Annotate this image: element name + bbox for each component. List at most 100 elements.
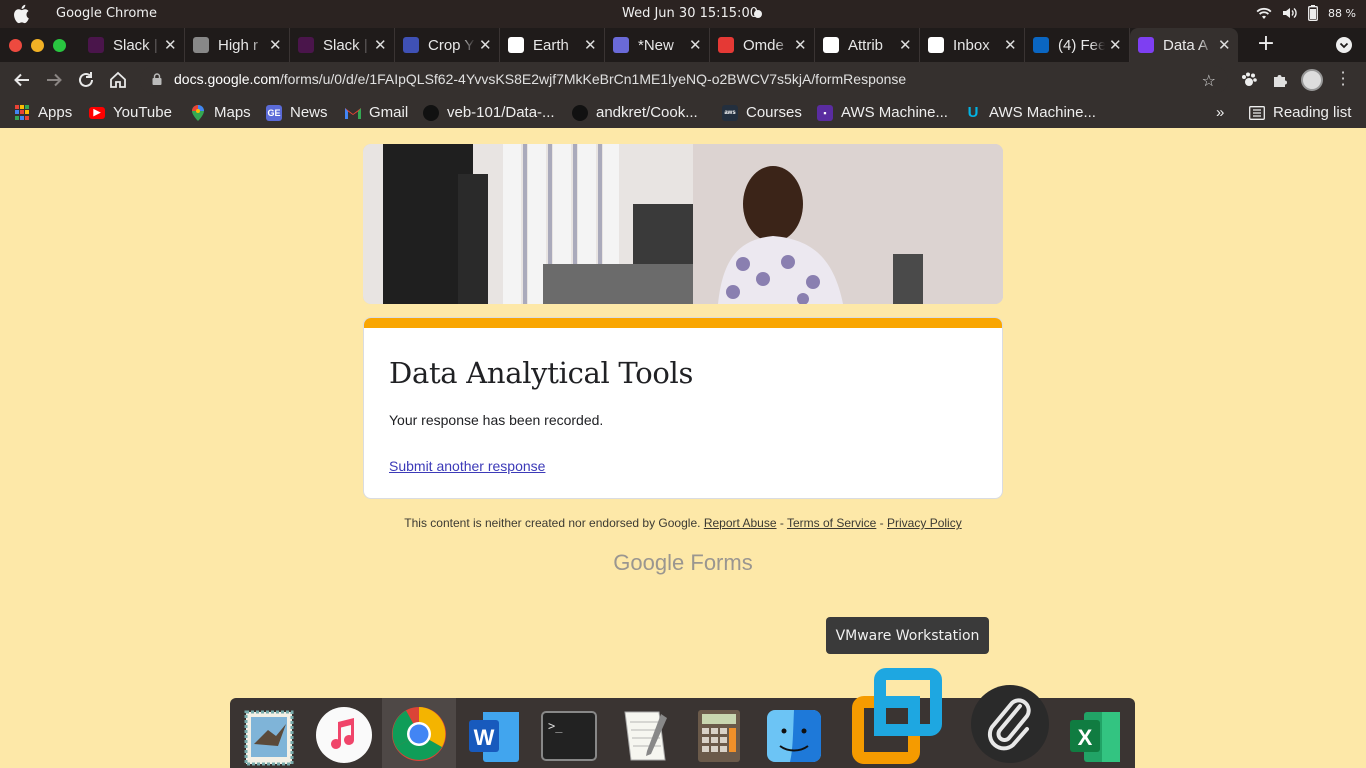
bookmark-gmail[interactable]: Gmail bbox=[345, 104, 408, 121]
dock-tooltip: VMware Workstation bbox=[826, 617, 989, 654]
slack-icon bbox=[298, 37, 314, 53]
tab-search-button[interactable] bbox=[1336, 37, 1352, 53]
address-bar[interactable]: docs.google.com/forms/u/0/d/e/1FAIpQLSf6… bbox=[140, 66, 1228, 94]
bookmark-aws-training[interactable]: ▪ AWS Machine... bbox=[817, 104, 948, 121]
forms-wordmark: Forms bbox=[690, 550, 753, 575]
close-tab-icon[interactable]: ✕ bbox=[1109, 36, 1122, 54]
word-icon[interactable]: W bbox=[463, 704, 525, 766]
finder-icon[interactable] bbox=[763, 704, 825, 766]
close-tab-icon[interactable]: ✕ bbox=[899, 36, 912, 54]
browser-tab[interactable]: Slack | ✕ bbox=[80, 28, 185, 62]
browser-toolbar: docs.google.com/forms/u/0/d/e/1FAIpQLSf6… bbox=[0, 62, 1366, 98]
close-tab-icon[interactable]: ✕ bbox=[689, 36, 702, 54]
browser-tab[interactable]: Data A ✕ bbox=[1130, 28, 1238, 62]
url-text[interactable]: docs.google.com/forms/u/0/d/e/1FAIpQLSf6… bbox=[174, 71, 906, 87]
close-tab-icon[interactable]: ✕ bbox=[269, 36, 282, 54]
form-header-image bbox=[363, 144, 1003, 304]
bookmark-aws-udacity[interactable]: U AWS Machine... bbox=[965, 104, 1096, 121]
google-icon bbox=[823, 37, 839, 53]
notification-dot-icon bbox=[754, 10, 762, 18]
page-content: Data Analytical Tools Your response has … bbox=[0, 128, 1366, 768]
tab-title: Data A bbox=[1163, 36, 1209, 54]
calculator-icon[interactable] bbox=[688, 704, 750, 766]
confirmation-message: Your response has been recorded. bbox=[389, 412, 604, 428]
browser-tab[interactable]: Slack | ✕ bbox=[290, 28, 395, 62]
browser-tab[interactable]: High r ✕ bbox=[185, 28, 290, 62]
new-tab-button[interactable]: + bbox=[1256, 33, 1276, 55]
svg-text:>_: >_ bbox=[548, 719, 563, 733]
extensions-puzzle-icon[interactable] bbox=[1271, 71, 1289, 89]
office-photo-illustration bbox=[363, 144, 1003, 304]
active-app-name[interactable]: Google Chrome bbox=[56, 6, 157, 21]
minimize-window-button[interactable] bbox=[31, 39, 44, 52]
reading-list-button[interactable]: Reading list bbox=[1249, 104, 1351, 121]
tab-title: Attrib bbox=[848, 36, 884, 54]
browser-tab[interactable]: Crop Y ✕ bbox=[395, 28, 500, 62]
maximize-window-button[interactable] bbox=[53, 39, 66, 52]
bookmark-apps[interactable]: Apps bbox=[14, 104, 72, 121]
bookmark-news[interactable]: GE News bbox=[266, 104, 328, 121]
forms-icon bbox=[1138, 37, 1154, 53]
bookmark-maps[interactable]: Maps bbox=[190, 104, 251, 121]
privacy-policy-link[interactable]: Privacy Policy bbox=[887, 516, 962, 530]
bookmark-courses[interactable]: aws Courses bbox=[722, 104, 802, 121]
tab-title: High r bbox=[218, 36, 259, 54]
chrome-icon[interactable] bbox=[382, 698, 456, 768]
bookmark-youtube[interactable]: ▶ YouTube bbox=[89, 104, 172, 121]
volume-icon[interactable] bbox=[1282, 6, 1298, 20]
terminal-icon[interactable]: >_ bbox=[538, 704, 600, 766]
bookmarks-overflow-button[interactable]: » bbox=[1216, 104, 1224, 121]
bookmark-star-icon[interactable]: ☆ bbox=[1202, 71, 1216, 90]
excel-icon[interactable]: X bbox=[1064, 704, 1126, 766]
chevron-down-icon bbox=[1339, 42, 1349, 49]
bookmark-label: YouTube bbox=[113, 104, 172, 121]
reload-icon[interactable] bbox=[76, 70, 96, 90]
browser-tab[interactable]: Omde ✕ bbox=[710, 28, 815, 62]
browser-tab[interactable]: *New ✕ bbox=[605, 28, 710, 62]
vmware-icon[interactable] bbox=[850, 668, 946, 764]
report-abuse-link[interactable]: Report Abuse bbox=[704, 516, 777, 530]
browser-tab[interactable]: Attrib ✕ bbox=[815, 28, 920, 62]
maps-icon bbox=[190, 104, 206, 121]
browser-tab[interactable]: Earth ✕ bbox=[500, 28, 605, 62]
reading-list-icon bbox=[1249, 105, 1265, 120]
close-tab-icon[interactable]: ✕ bbox=[479, 36, 492, 54]
profile-avatar[interactable] bbox=[1301, 69, 1323, 91]
card-accent-bar bbox=[364, 318, 1002, 328]
music-icon[interactable] bbox=[313, 704, 375, 766]
close-tab-icon[interactable]: ✕ bbox=[794, 36, 807, 54]
apple-logo-icon[interactable] bbox=[12, 4, 30, 24]
bookmark-github-andkret[interactable]: andkret/Cook... bbox=[572, 104, 698, 121]
bookmark-label: AWS Machine... bbox=[989, 104, 1096, 121]
paperclip-icon[interactable] bbox=[970, 684, 1050, 764]
forward-arrow-icon[interactable] bbox=[44, 70, 64, 90]
close-tab-icon[interactable]: ✕ bbox=[374, 36, 387, 54]
bookmark-github-veb[interactable]: veb-101/Data-... bbox=[423, 104, 555, 121]
form-footer: This content is neither created nor endo… bbox=[0, 516, 1366, 530]
mail-icon[interactable] bbox=[238, 704, 300, 766]
home-icon[interactable] bbox=[108, 70, 128, 90]
google-forms-logo[interactable]: Google Forms bbox=[0, 550, 1366, 576]
dock: W >_ X bbox=[230, 668, 1135, 768]
close-tab-icon[interactable]: ✕ bbox=[1218, 36, 1231, 54]
svg-text:X: X bbox=[1078, 725, 1093, 750]
clock[interactable]: Wed Jun 30 15:15:00 bbox=[622, 6, 758, 21]
submit-another-response-link[interactable]: Submit another response bbox=[389, 458, 545, 474]
browser-tab[interactable]: Inbox ✕ bbox=[920, 28, 1025, 62]
back-arrow-icon[interactable] bbox=[12, 70, 32, 90]
terms-of-service-link[interactable]: Terms of Service bbox=[787, 516, 876, 530]
close-tab-icon[interactable]: ✕ bbox=[164, 36, 177, 54]
close-tab-icon[interactable]: ✕ bbox=[1004, 36, 1017, 54]
udacity-icon: U bbox=[967, 104, 979, 121]
wifi-icon[interactable] bbox=[1256, 6, 1272, 20]
lock-icon[interactable] bbox=[152, 73, 162, 85]
text-editor-icon[interactable] bbox=[613, 704, 675, 766]
close-tab-icon[interactable]: ✕ bbox=[584, 36, 597, 54]
close-window-button[interactable] bbox=[9, 39, 22, 52]
battery-icon[interactable] bbox=[1308, 5, 1318, 21]
tab-title: Omde bbox=[743, 36, 784, 54]
tab-title: Earth bbox=[533, 36, 569, 54]
paw-extension-icon[interactable] bbox=[1240, 71, 1258, 89]
browser-tab[interactable]: (4) Fee ✕ bbox=[1025, 28, 1130, 62]
chrome-menu-icon[interactable]: · · · bbox=[1340, 65, 1346, 93]
